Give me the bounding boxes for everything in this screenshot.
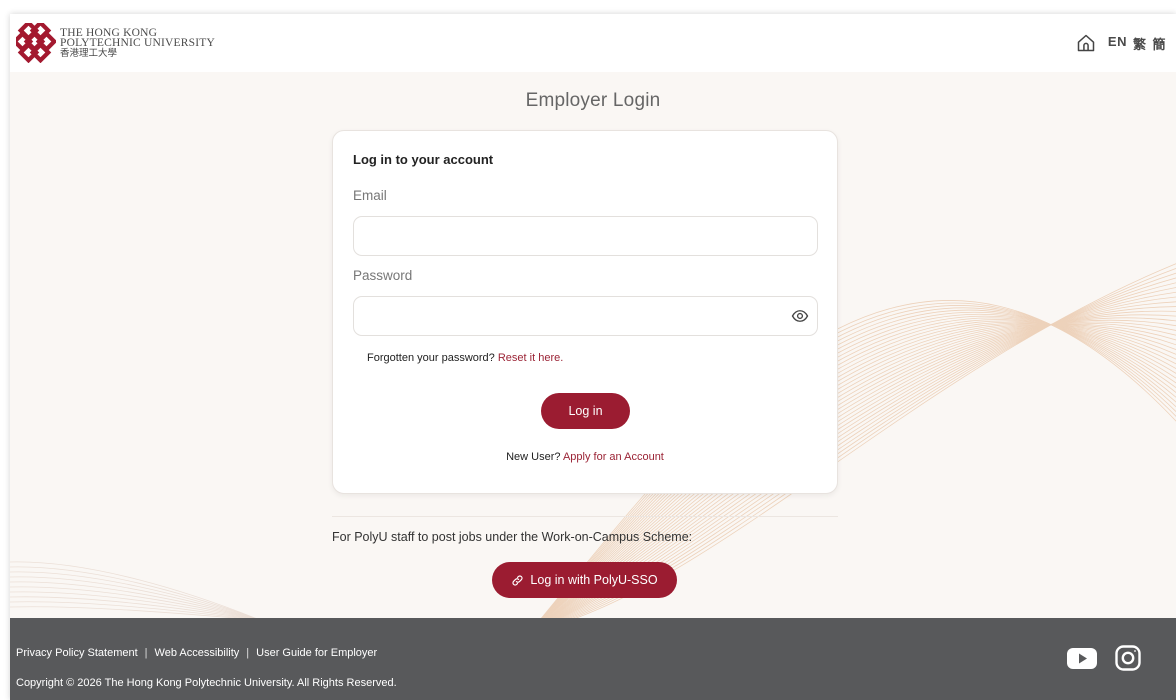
home-icon[interactable] xyxy=(1076,33,1096,53)
language-switcher: EN 繁 簡 xyxy=(1108,34,1166,53)
password-label: Password xyxy=(353,268,413,283)
copyright-text: Copyright © 2026 The Hong Kong Polytechn… xyxy=(16,677,397,689)
instagram-icon[interactable] xyxy=(1114,644,1142,672)
footer-separator: | xyxy=(246,647,250,659)
section-divider xyxy=(332,516,838,517)
university-brand[interactable]: THE HONG KONG POLYTECHNIC UNIVERSITY 香港理… xyxy=(16,23,215,63)
web-accessibility-link[interactable]: Web Accessibility xyxy=(155,647,240,659)
card-heading: Log in to your account xyxy=(353,152,494,167)
page-title: Employer Login xyxy=(525,90,661,111)
wave-line xyxy=(10,561,261,620)
brand-chinese: 香港理工大學 xyxy=(60,47,118,59)
lang-simplified-chinese[interactable]: 簡 xyxy=(1152,34,1166,53)
user-guide-link[interactable]: User Guide for Employer xyxy=(256,647,377,659)
new-user-label: New User? xyxy=(506,451,561,463)
email-label: Email xyxy=(353,188,387,203)
brand-line-2: POLYTECHNIC UNIVERSITY xyxy=(60,36,215,49)
social-links xyxy=(1066,642,1142,674)
privacy-policy-link[interactable]: Privacy Policy Statement xyxy=(16,647,138,659)
brand-text: THE HONG KONG POLYTECHNIC UNIVERSITY 香港理… xyxy=(60,26,215,59)
sso-button-label: Log in with PolyU-SSO xyxy=(530,573,658,587)
reset-password-link[interactable]: Reset it here. xyxy=(498,352,563,364)
sso-login-button[interactable]: Log in with PolyU-SSO xyxy=(492,562,677,598)
link-icon xyxy=(512,574,523,586)
login-button[interactable]: Log in xyxy=(541,393,630,429)
footer: Privacy Policy Statement | Web Accessibi… xyxy=(10,618,1176,700)
forgot-password-text: Forgotten your password? Reset it here. xyxy=(367,352,563,364)
lang-en[interactable]: EN xyxy=(1108,34,1127,53)
lang-traditional-chinese[interactable]: 繁 xyxy=(1133,34,1147,53)
brand-line-1: THE HONG KONG xyxy=(60,26,158,39)
footer-separator: | xyxy=(144,647,148,659)
youtube-icon[interactable] xyxy=(1066,642,1098,674)
staff-note: For PolyU staff to post jobs under the W… xyxy=(332,530,693,544)
polyu-logo-icon xyxy=(16,23,56,63)
apply-account-link[interactable]: Apply for an Account xyxy=(563,451,664,463)
new-user-text: New User? Apply for an Account xyxy=(333,451,837,463)
page-frame: THE HONG KONG POLYTECHNIC UNIVERSITY 香港理… xyxy=(10,14,1176,700)
password-field[interactable] xyxy=(353,296,818,336)
eye-icon[interactable] xyxy=(791,307,809,325)
forgot-label: Forgotten your password? xyxy=(367,352,495,364)
login-card: Log in to your account Email Password Fo… xyxy=(332,130,838,494)
email-field[interactable] xyxy=(353,216,818,256)
top-bar: THE HONG KONG POLYTECHNIC UNIVERSITY 香港理… xyxy=(10,14,1176,72)
top-right-controls: EN 繁 簡 xyxy=(1076,33,1166,53)
footer-links: Privacy Policy Statement | Web Accessibi… xyxy=(16,647,377,659)
